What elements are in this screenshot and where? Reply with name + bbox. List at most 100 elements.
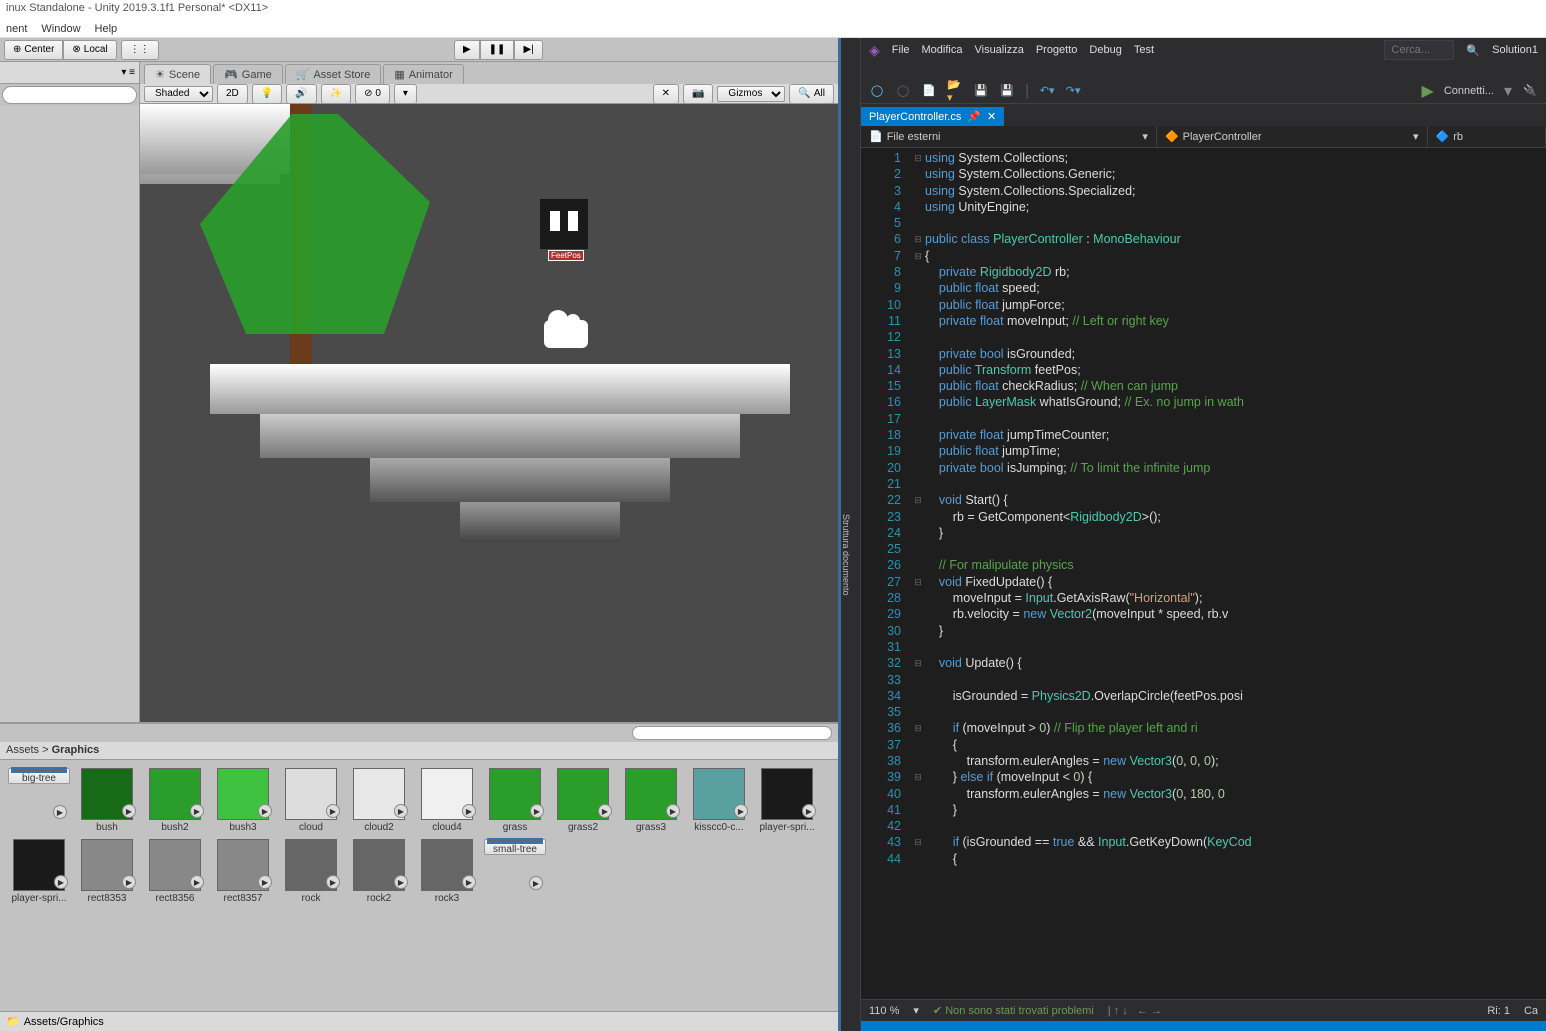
extension-icon[interactable]: 🔌 — [1522, 83, 1538, 99]
project-search[interactable] — [632, 726, 832, 740]
code-editor[interactable]: 1 2 3 4 5 6 7 8 9 10 11 12 13 14 15 16 1… — [861, 148, 1546, 999]
asset-rock[interactable]: ▶rock — [280, 839, 342, 904]
undo-icon[interactable]: ↶▾ — [1039, 83, 1055, 99]
vs-menu-test[interactable]: Test — [1134, 44, 1154, 56]
play-icon[interactable]: ▶ — [122, 875, 136, 889]
vs-search-input[interactable] — [1384, 40, 1454, 60]
hierarchy-menu-icon[interactable]: ▾ ≡ — [121, 67, 135, 78]
play-icon[interactable]: ▶ — [326, 875, 340, 889]
tab-scene[interactable]: ☀ Scene — [144, 64, 211, 84]
grid-toggle[interactable]: ▾ — [394, 84, 417, 104]
zoom-level[interactable]: 110 % — [869, 1005, 899, 1017]
play-icon[interactable]: ▶ — [394, 804, 408, 818]
tab-asset-store[interactable]: 🛒 Asset Store — [285, 64, 382, 84]
connetti-button[interactable]: Connetti... — [1444, 85, 1494, 97]
asset-rect8357[interactable]: ▶rect8357 — [212, 839, 274, 904]
asset-player-spri...[interactable]: ▶player-spri... — [8, 839, 70, 904]
play-button[interactable]: ▶ — [454, 40, 480, 60]
asset-rock3[interactable]: ▶rock3 — [416, 839, 478, 904]
hierarchy-search[interactable] — [2, 86, 137, 104]
asset-cloud2[interactable]: ▶cloud2 — [348, 768, 410, 833]
hidden-toggle[interactable]: ⊘ 0 — [355, 84, 390, 104]
vs-menu-visualizza[interactable]: Visualizza — [974, 44, 1023, 56]
play-icon[interactable]: ▶ — [394, 875, 408, 889]
nav-icons[interactable]: | ↑ ↓ ← → — [1108, 1005, 1162, 1017]
play-icon[interactable]: ▶ — [53, 805, 67, 819]
fwd-icon[interactable]: ◯ — [895, 83, 911, 99]
play-icon[interactable]: ▶ — [54, 875, 68, 889]
vs-menu-debug[interactable]: Debug — [1089, 44, 1121, 56]
asset-grass3[interactable]: ▶grass3 — [620, 768, 682, 833]
play-icon[interactable]: ▶ — [258, 804, 272, 818]
tools-icon[interactable]: ✕ — [653, 84, 679, 104]
audio-toggle[interactable]: 🔊 — [286, 84, 316, 104]
asset-grass2[interactable]: ▶grass2 — [552, 768, 614, 833]
2d-toggle[interactable]: 2D — [217, 84, 248, 104]
asset-player-spri...[interactable]: ▶player-spri... — [756, 768, 818, 833]
pause-button[interactable]: ❚❚ — [480, 40, 515, 60]
play-icon[interactable]: ▶ — [666, 804, 680, 818]
play-icon[interactable]: ▶ — [462, 804, 476, 818]
play-icon[interactable]: ▶ — [122, 804, 136, 818]
asset-cloud4[interactable]: ▶cloud4 — [416, 768, 478, 833]
ctx-member[interactable]: 🔷 rb — [1428, 126, 1546, 147]
asset-big-tree[interactable]: ▶big-tree — [8, 768, 70, 784]
asset-bush2[interactable]: ▶bush2 — [144, 768, 206, 833]
menu-help[interactable]: Help — [95, 23, 118, 35]
project-breadcrumb[interactable]: Assets > Graphics — [0, 742, 838, 760]
play-icon[interactable]: ▶ — [190, 804, 204, 818]
play-icon[interactable]: ▶ — [462, 875, 476, 889]
new-file-icon[interactable]: 📄 — [921, 83, 937, 99]
back-icon[interactable]: ◯ — [869, 83, 885, 99]
play-icon[interactable]: ▶ — [802, 804, 816, 818]
snap-button[interactable]: ⋮⋮ — [121, 40, 159, 60]
start-icon[interactable]: ▶ — [1422, 81, 1434, 101]
tab-playercontroller[interactable]: PlayerController.cs 📌 ✕ — [861, 107, 1004, 126]
pivot-local-button[interactable]: ⊗ Local — [63, 40, 116, 60]
menu-component[interactable]: nent — [6, 23, 27, 35]
asset-bush3[interactable]: ▶bush3 — [212, 768, 274, 833]
vs-menu-progetto[interactable]: Progetto — [1036, 44, 1078, 56]
camera-gizmo[interactable] — [544, 320, 588, 348]
asset-rect8353[interactable]: ▶rect8353 — [76, 839, 138, 904]
fx-toggle[interactable]: ✨ — [321, 84, 351, 104]
asset-kisscc0-c...[interactable]: ▶kisscc0-c... — [688, 768, 750, 833]
asset-bush[interactable]: ▶bush — [76, 768, 138, 833]
lighting-toggle[interactable]: 💡 — [252, 84, 282, 104]
shading-dropdown[interactable]: Shaded — [144, 86, 213, 102]
pivot-center-button[interactable]: ⊕ Center — [4, 40, 63, 60]
camera-icon[interactable]: 📷 — [683, 84, 713, 104]
vs-menu-file[interactable]: File — [892, 44, 910, 56]
tab-game[interactable]: 🎮 Game — [213, 64, 283, 84]
problems-indicator[interactable]: ✔ Non sono stati trovati problemi — [933, 1004, 1094, 1017]
vs-solution-label[interactable]: Solution1 — [1492, 44, 1538, 56]
open-icon[interactable]: 📂▾ — [947, 83, 963, 99]
redo-icon[interactable]: ↷▾ — [1065, 83, 1081, 99]
play-icon[interactable]: ▶ — [529, 876, 543, 890]
play-icon[interactable]: ▶ — [326, 804, 340, 818]
tab-animator[interactable]: ▦ Animator — [383, 64, 463, 84]
play-icon[interactable]: ▶ — [530, 804, 544, 818]
play-icon[interactable]: ▶ — [734, 804, 748, 818]
ctx-class[interactable]: 🔶 PlayerController ▾ — [1157, 126, 1428, 147]
close-tab-icon[interactable]: ✕ — [987, 110, 996, 123]
save-icon[interactable]: 💾 — [973, 83, 989, 99]
play-icon[interactable]: ▶ — [258, 875, 272, 889]
asset-rect8356[interactable]: ▶rect8356 — [144, 839, 206, 904]
scene-viewport[interactable]: FeetPos — [140, 104, 838, 722]
vs-side-panel[interactable]: Struttura documento — [841, 38, 861, 1031]
gizmos-dropdown[interactable]: Gizmos — [717, 86, 785, 102]
menu-window[interactable]: Window — [41, 23, 80, 35]
pin-icon[interactable]: 📌 — [967, 110, 981, 123]
player-sprite[interactable]: FeetPos — [540, 199, 588, 249]
ctx-file[interactable]: 📄 File esterni ▾ — [861, 126, 1157, 147]
asset-grass[interactable]: ▶grass — [484, 768, 546, 833]
play-icon[interactable]: ▶ — [190, 875, 204, 889]
asset-cloud[interactable]: ▶cloud — [280, 768, 342, 833]
vs-menu-modifica[interactable]: Modifica — [922, 44, 963, 56]
search-all[interactable]: 🔍 All — [789, 84, 834, 104]
asset-rock2[interactable]: ▶rock2 — [348, 839, 410, 904]
step-button[interactable]: ▶| — [514, 40, 542, 60]
play-icon[interactable]: ▶ — [598, 804, 612, 818]
asset-small-tree[interactable]: ▶small-tree — [484, 839, 546, 855]
